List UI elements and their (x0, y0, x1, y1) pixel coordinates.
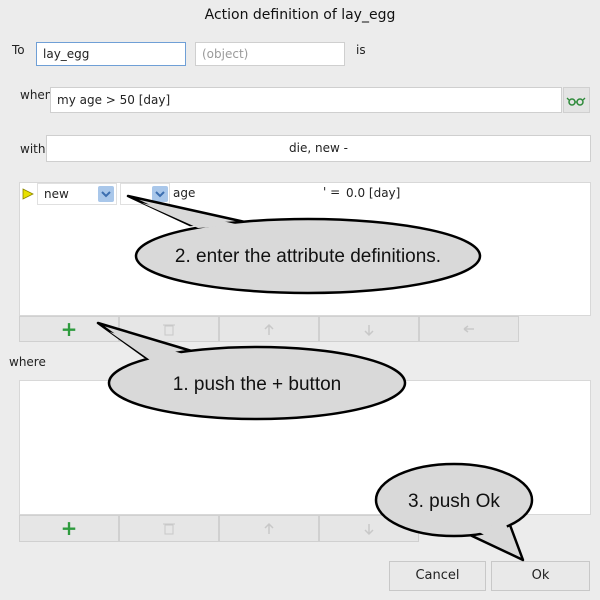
action-name-input[interactable]: lay_egg (36, 42, 186, 66)
chevron-down-icon[interactable] (98, 186, 114, 202)
where-label: where (9, 355, 46, 369)
cancel-button[interactable]: Cancel (389, 561, 486, 591)
ok-button[interactable]: Ok (491, 561, 590, 591)
with-field[interactable]: die, new - (46, 135, 591, 162)
delete-attribute-button[interactable] (119, 316, 219, 342)
where-panel[interactable] (19, 380, 591, 515)
condition-input[interactable]: my age > 50 [day] (50, 87, 562, 113)
move-up-button[interactable] (219, 316, 319, 342)
arrow-up-icon (264, 522, 274, 534)
condition-edit-button[interactable] (563, 87, 590, 113)
object-select-value: new (44, 187, 69, 201)
attribute-value[interactable]: 0.0 [day] (346, 186, 400, 200)
add-attribute-button[interactable]: + (19, 316, 119, 342)
trash-icon (163, 324, 175, 336)
is-label: is (356, 43, 366, 57)
arrow-down-icon (364, 325, 374, 337)
assign-operator: ' = (323, 185, 341, 199)
move-down-button[interactable] (319, 316, 419, 342)
attribute-name[interactable]: age (173, 186, 195, 200)
arrow-up-icon (264, 323, 274, 335)
where-move-down-button[interactable] (319, 515, 419, 542)
undo-icon (463, 325, 474, 333)
plus-icon: + (60, 516, 78, 540)
arrow-down-icon (364, 524, 374, 536)
table-row[interactable]: new age ' = 0.0 [day] (20, 183, 590, 205)
where-move-up-button[interactable] (219, 515, 319, 542)
to-label: To (12, 43, 25, 57)
plus-icon: + (60, 317, 78, 341)
trash-icon (163, 523, 175, 535)
object-input[interactable]: (object) (195, 42, 345, 66)
add-where-button[interactable]: + (19, 515, 119, 542)
undo-button[interactable] (419, 316, 519, 342)
with-label: with (20, 142, 46, 156)
row-marker-icon (22, 188, 34, 200)
object-placeholder: (object) (202, 47, 249, 61)
attributes-panel: new age ' = 0.0 [day] (19, 182, 591, 316)
dialog-title: Action definition of lay_egg (204, 7, 396, 23)
delete-where-button[interactable] (119, 515, 219, 542)
when-label: when (20, 88, 53, 102)
glasses-icon (566, 97, 586, 106)
chevron-down-icon[interactable] (152, 186, 168, 202)
